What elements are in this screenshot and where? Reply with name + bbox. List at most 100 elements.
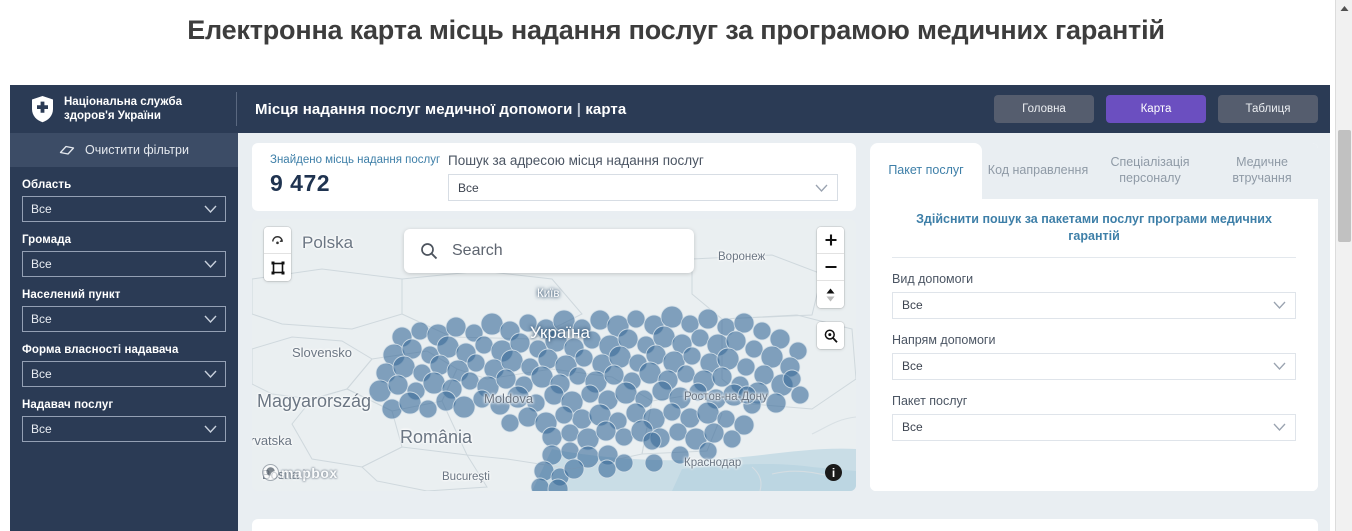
zoom-in-button[interactable] (817, 227, 844, 254)
brand-logo[interactable]: Національна служба здоров'я України (30, 95, 230, 123)
found-label: Знайдено місць надання послуг (270, 154, 441, 166)
map-card[interactable]: Polska Воронеж Київ Україна Slovensko Ma… (252, 219, 856, 491)
app-title-main: Місця надання послуг медичної допомоги (255, 100, 573, 118)
tab-service-package[interactable]: Пакет послуг (870, 143, 982, 199)
chevron-down-icon (1273, 301, 1286, 310)
app-title-separator: | (576, 100, 582, 118)
filter-provider: Надавач послуг Все (22, 399, 226, 442)
tab-referral-code[interactable]: Код направлення (982, 143, 1094, 199)
filter-ownership-value: Все (31, 367, 52, 381)
clear-filters-label: Очистити фільтри (85, 143, 189, 157)
field-service-package-value: Все (902, 420, 923, 435)
map-search-box[interactable]: Search (404, 229, 694, 273)
mapbox-wordmark: mapbox (281, 464, 338, 481)
zoom-to-extent-icon[interactable] (817, 322, 844, 349)
scroll-up-arrow-icon[interactable] (1336, 0, 1352, 17)
chevron-down-icon (204, 260, 217, 268)
filter-settlement-select[interactable]: Все (22, 306, 226, 332)
nav-button-home[interactable]: Головна (994, 95, 1094, 123)
shield-cross-icon (30, 95, 55, 123)
filter-provider-label: Надавач послуг (22, 399, 114, 411)
field-care-direction-value: Все (902, 359, 923, 374)
filter-ownership: Форма власності надавача Все (22, 344, 226, 387)
results-card-partial (252, 519, 1318, 531)
chevron-down-icon (815, 184, 828, 192)
map-column: Знайдено місць надання послуг 9 472 Пошу… (252, 143, 856, 531)
compass-rotate-icon[interactable] (264, 227, 291, 254)
brand-text: Національна служба здоров'я України (64, 95, 182, 123)
clear-filters-button[interactable]: Очистити фільтри (10, 133, 238, 167)
panel-body: Здійснити пошук за пакетами послуг прогр… (870, 199, 1318, 491)
field-care-type-select[interactable]: Все (892, 291, 1296, 319)
field-care-direction-label: Напрям допомоги (892, 332, 996, 347)
filter-settlement-value: Все (31, 312, 52, 326)
field-care-type-value: Все (902, 298, 923, 313)
services-panel-column: Пакет послуг Код направлення Спеціалізац… (870, 143, 1318, 531)
field-care-direction: Напрям допомоги Все (892, 333, 1296, 380)
app-header: Національна служба здоров'я України Місц… (10, 85, 1330, 133)
zoom-out-button[interactable] (817, 254, 844, 281)
filter-ownership-select[interactable]: Все (22, 361, 226, 387)
filter-ownership-label: Форма власності надавача (22, 344, 179, 356)
filter-region-label: Область (22, 179, 72, 191)
services-panel: Пакет послуг Код направлення Спеціалізац… (870, 143, 1318, 491)
tab-medical-intervention[interactable]: Медичне втручання (1206, 143, 1318, 199)
info-icon[interactable]: i (825, 464, 842, 481)
address-search-block: Пошук за адресою місця надання послуг Вс… (448, 153, 856, 201)
filter-region-value: Все (31, 202, 52, 216)
map-control-group-left (264, 227, 291, 281)
chevron-down-icon (204, 205, 217, 213)
field-care-type-label: Вид допомоги (892, 271, 974, 286)
map-search-placeholder: Search (452, 242, 503, 259)
browser-scrollbar[interactable] (1335, 0, 1352, 531)
map-locate-control (817, 322, 844, 349)
field-care-direction-select[interactable]: Все (892, 352, 1296, 380)
panel-note: Здійснити пошук за пакетами послуг прогр… (892, 211, 1296, 258)
pitch-toggle-icon[interactable] (817, 281, 844, 308)
app-body: Очистити фільтри Область Все Громада Все (10, 133, 1330, 531)
chevron-down-icon (204, 315, 217, 323)
chevron-down-icon (204, 425, 217, 433)
header-nav: Головна Карта Таблиця (994, 95, 1318, 123)
found-block: Знайдено місць надання послуг 9 472 (252, 153, 448, 197)
eraser-icon (59, 142, 75, 158)
chevron-down-icon (204, 370, 217, 378)
filter-region: Область Все (22, 179, 226, 222)
brand-line-2: здоров'я України (64, 110, 161, 122)
mapbox-attribution[interactable]: mapbox (262, 464, 338, 481)
field-service-package-label: Пакет послуг (892, 393, 968, 408)
chevron-down-icon (1273, 423, 1286, 432)
scrollbar-thumb[interactable] (1338, 130, 1351, 242)
search-summary-card: Знайдено місць надання послуг 9 472 Пошу… (252, 143, 856, 211)
panel-tabs: Пакет послуг Код направлення Спеціалізац… (870, 143, 1318, 199)
fullscreen-box-icon[interactable] (264, 254, 291, 281)
search-icon (421, 243, 438, 260)
tab-staff-specialization[interactable]: Спеціалізація персоналу (1094, 143, 1206, 199)
page-title: Електронна карта місць надання послуг за… (187, 15, 1165, 45)
address-search-select[interactable]: Все (448, 174, 838, 201)
field-service-package: Пакет послуг Все (892, 394, 1296, 441)
nav-button-map[interactable]: Карта (1106, 95, 1206, 123)
address-search-label: Пошук за адресою місця надання послуг (448, 153, 704, 168)
filter-provider-value: Все (31, 422, 52, 436)
filter-provider-select[interactable]: Все (22, 416, 226, 442)
filter-community-select[interactable]: Все (22, 251, 226, 277)
filter-region-select[interactable]: Все (22, 196, 226, 222)
filter-settlement-label: Населений пункт (22, 289, 121, 301)
header-divider (236, 92, 237, 126)
nav-button-table[interactable]: Таблиця (1218, 95, 1318, 123)
app-title: Місця надання послуг медичної допомоги |… (255, 101, 626, 118)
address-search-value: Все (458, 180, 479, 195)
app-title-sub: карта (585, 100, 627, 118)
filter-list: Область Все Громада Все Населений пункт (10, 167, 238, 442)
app-container: Національна служба здоров'я України Місц… (10, 85, 1330, 531)
mapbox-logo-icon (262, 464, 279, 481)
main-content: Знайдено місць надання послуг 9 472 Пошу… (238, 133, 1330, 531)
filter-community-value: Все (31, 257, 52, 271)
field-service-package-select[interactable]: Все (892, 413, 1296, 441)
brand-line-1: Національна служба (64, 95, 182, 108)
field-care-type: Вид допомоги Все (892, 272, 1296, 319)
filter-community-label: Громада (22, 234, 72, 246)
filter-settlement: Населений пункт Все (22, 289, 226, 332)
found-count: 9 472 (270, 169, 331, 196)
